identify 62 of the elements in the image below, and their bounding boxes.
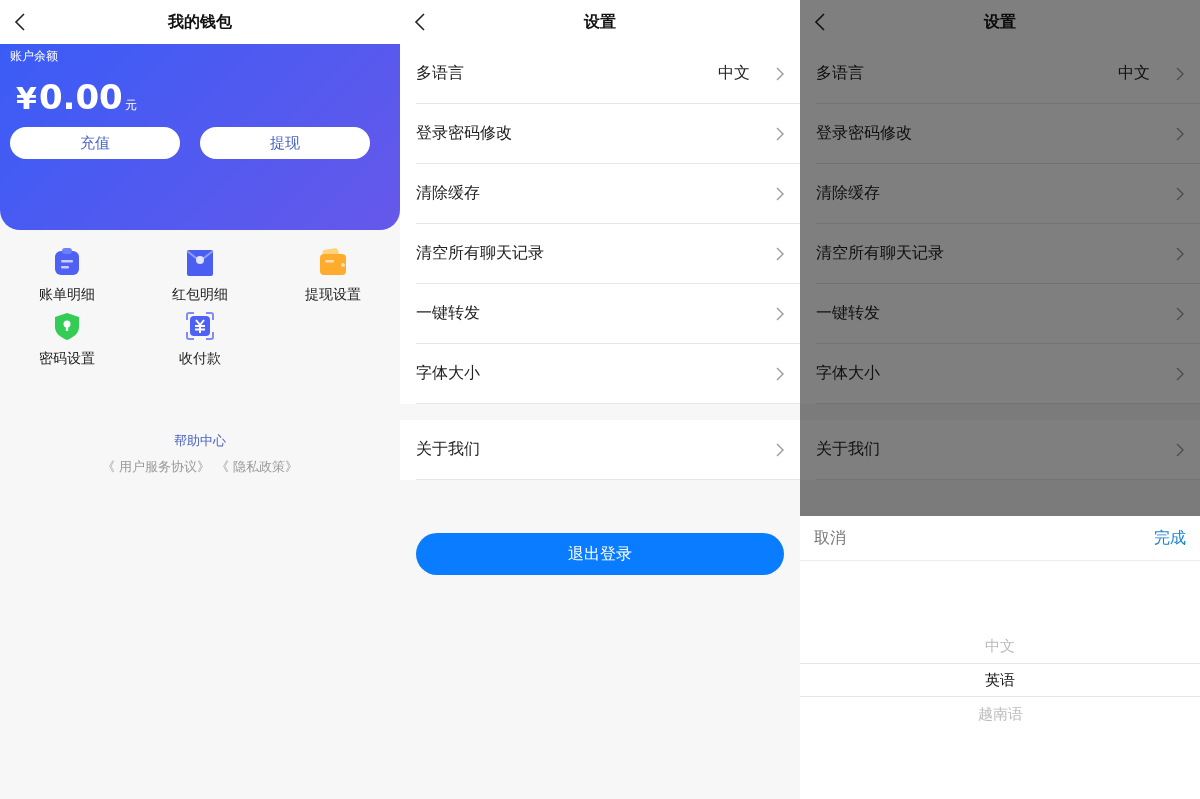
row-label: 多语言 [416,63,465,84]
shortcut-label[interactable]: 红包明细 [172,286,228,304]
currency-unit: 元 [124,97,137,114]
row-label: 清除缓存 [816,183,881,204]
row-label: 登录密码修改 [416,123,513,144]
row-label: 关于我们 [416,439,481,460]
chevron-icon [1176,66,1184,81]
cancel-button[interactable]: 取消 [814,527,846,549]
back-icon[interactable] [14,12,26,32]
wallet-action-button[interactable]: 提现 [200,127,370,159]
chevron-icon [1176,186,1184,201]
shortcut-label[interactable]: 账单明细 [38,286,95,304]
envelope-icon [186,248,214,276]
row-value: 中文 [718,63,750,84]
row-label: 一键转发 [416,303,481,324]
row-label: 多语言 [816,63,865,84]
confirm-button[interactable]: 完成 [1154,527,1186,549]
row-label: 清空所有聊天记录 [816,243,945,264]
chevron-icon [776,186,784,201]
balance-label: 账户余额 [10,48,58,65]
chevron-icon [776,126,784,141]
page-title: 我的钱包 [168,11,232,33]
chevron-icon [776,306,784,321]
row-label: 字体大小 [816,363,881,384]
wallet-icon [319,248,348,276]
settings-row[interactable]: 多语言 中文 [816,44,1200,104]
chevron-icon [1176,246,1184,261]
currency-symbol: ¥ [16,81,37,116]
balance-amount: 0.00 [38,77,123,117]
settings-row[interactable]: 清空所有聊天记录 [816,224,1200,284]
clipboard-icon [52,248,81,276]
settings-row[interactable]: 清除缓存 [816,164,1200,224]
chevron-icon [1176,126,1184,141]
scan-icon [186,312,214,340]
help-center-link[interactable]: 帮助中心 [174,432,226,450]
row-label: 登录密码修改 [816,123,913,144]
chevron-icon [776,66,784,81]
language-option[interactable]: 英语 [800,663,1200,697]
settings-row[interactable]: 登录密码修改 [816,104,1200,164]
row-value: 中文 [1118,63,1150,84]
page-title: 设置 [584,11,616,33]
settings-row[interactable]: 字体大小 [816,344,1200,404]
chevron-icon [776,366,784,381]
wallet-action-button[interactable]: 充值 [10,127,180,159]
back-icon[interactable] [414,12,426,32]
row-label: 一键转发 [816,303,881,324]
shortcut-label[interactable]: 收付款 [179,350,221,368]
chevron-icon [776,246,784,261]
chevron-icon [1176,442,1184,457]
logout-button[interactable]: 退出登录 [416,533,784,575]
chevron-icon [1176,366,1184,381]
chevron-icon [1176,306,1184,321]
page-title: 设置 [984,11,1016,33]
row-label: 关于我们 [816,439,881,460]
row-label: 清除缓存 [416,183,481,204]
shield-icon [52,312,81,340]
row-label: 字体大小 [416,363,481,384]
settings-row[interactable]: 一键转发 [816,284,1200,344]
shortcut-label[interactable]: 提现设置 [305,286,362,304]
chevron-icon [776,442,784,457]
shortcut-label[interactable]: 密码设置 [38,350,95,368]
row-label: 清空所有聊天记录 [416,243,545,264]
